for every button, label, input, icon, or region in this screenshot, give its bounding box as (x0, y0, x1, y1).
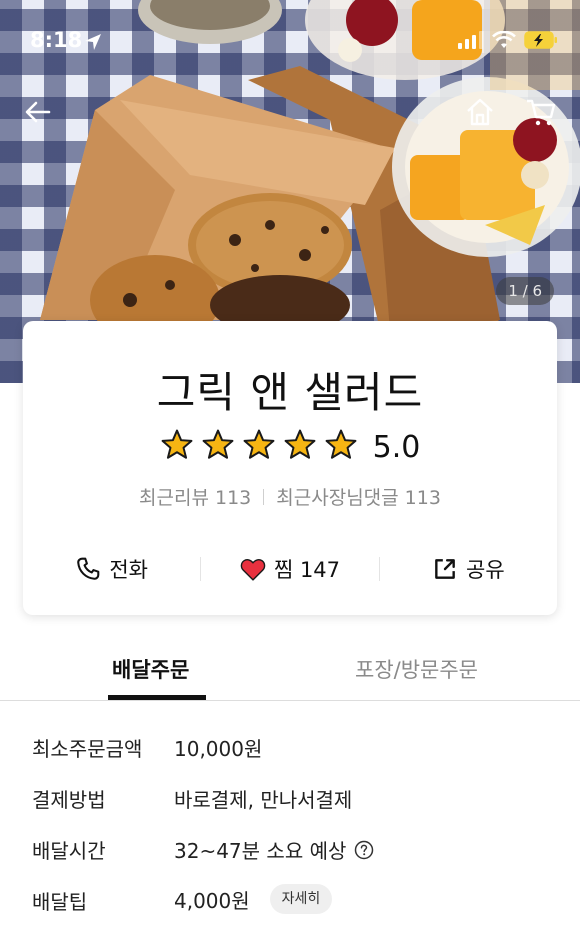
call-label: 전화 (109, 558, 148, 582)
meta-divider (263, 489, 265, 505)
info-row-delivery-tip: 배달팁 4,000원 자세히 (32, 884, 552, 937)
delivery-tip-label: 배달팁 (32, 890, 88, 914)
tab-delivery[interactable]: 배달주문 (112, 654, 189, 684)
signal-icon (458, 31, 483, 49)
status-icons (458, 30, 558, 50)
delivery-tip-value-wrap: 4,000원 자세히 (174, 884, 333, 914)
tab-pickup[interactable]: 포장/방문주문 (355, 654, 478, 684)
delivery-time-value: 32~47분 소요 예상 (174, 839, 347, 863)
recent-reviews-link[interactable]: 최근리뷰 113 (139, 487, 251, 509)
info-row-delivery-time: 배달시간 32~47분 소요 예상 (32, 835, 552, 886)
like-label: 찜 147 (273, 558, 341, 582)
help-icon[interactable] (354, 840, 374, 860)
star-icon (283, 428, 317, 466)
location-arrow-icon (85, 34, 101, 50)
back-button[interactable] (18, 92, 58, 132)
home-icon (467, 98, 493, 126)
phone-icon (77, 557, 100, 580)
star-icon (201, 428, 235, 466)
active-tab-indicator (108, 695, 206, 700)
battery-charging-icon (524, 31, 557, 49)
store-detail-screen: 8:18 1 / 6 그릭 앤 샐러드 5.0 최근리뷰 113 최근사장님댓글… (0, 0, 580, 943)
star-icon (242, 428, 276, 466)
photo-counter: 1 / 6 (496, 277, 554, 305)
status-bar: 8:18 (0, 0, 580, 80)
delivery-info: 최소주문금액 10,000원 결제방법 바로결제, 만나서결제 배달시간 32~… (32, 733, 552, 937)
info-row-payment: 결제방법 바로결제, 만나서결제 (32, 784, 552, 835)
delivery-time-value-wrap: 32~47분 소요 예상 (174, 835, 374, 864)
payment-value: 바로결제, 만나서결제 (174, 788, 353, 812)
heart-icon (240, 559, 266, 581)
cart-button[interactable] (521, 92, 561, 132)
star-icon (160, 428, 194, 466)
call-button[interactable]: 전화 (23, 554, 200, 584)
cart-icon (527, 99, 556, 126)
delivery-tip-detail-button[interactable]: 자세히 (269, 884, 333, 914)
home-button[interactable] (460, 92, 500, 132)
back-arrow-icon (25, 101, 51, 123)
like-button[interactable]: 찜 147 (201, 554, 378, 584)
star-icon (324, 428, 358, 466)
rating-value: 5.0 (372, 429, 421, 465)
action-bar: 전화 찜 147 공유 (23, 549, 557, 589)
share-button[interactable]: 공유 (380, 554, 557, 584)
share-icon (435, 559, 455, 579)
payment-label: 결제방법 (32, 788, 106, 812)
delivery-time-label: 배달시간 (32, 839, 106, 863)
owner-replies-link[interactable]: 최근사장님댓글 113 (276, 487, 441, 509)
info-row-min-order: 최소주문금액 10,000원 (32, 733, 552, 784)
review-meta: 최근리뷰 113 최근사장님댓글 113 (23, 483, 557, 510)
share-label: 공유 (466, 558, 505, 582)
order-type-tabs: 배달주문 포장/방문주문 (0, 640, 580, 701)
wifi-icon (492, 31, 516, 48)
status-time: 8:18 (30, 28, 83, 52)
min-order-label: 최소주문금액 (32, 737, 143, 761)
delivery-tip-value: 4,000원 (174, 888, 250, 913)
min-order-value: 10,000원 (174, 737, 263, 761)
store-name: 그릭 앤 샐러드 (156, 368, 424, 417)
store-info-card: 그릭 앤 샐러드 5.0 최근리뷰 113 최근사장님댓글 113 전화 찜 1… (23, 321, 557, 615)
rating-row: 5.0 (23, 427, 557, 467)
